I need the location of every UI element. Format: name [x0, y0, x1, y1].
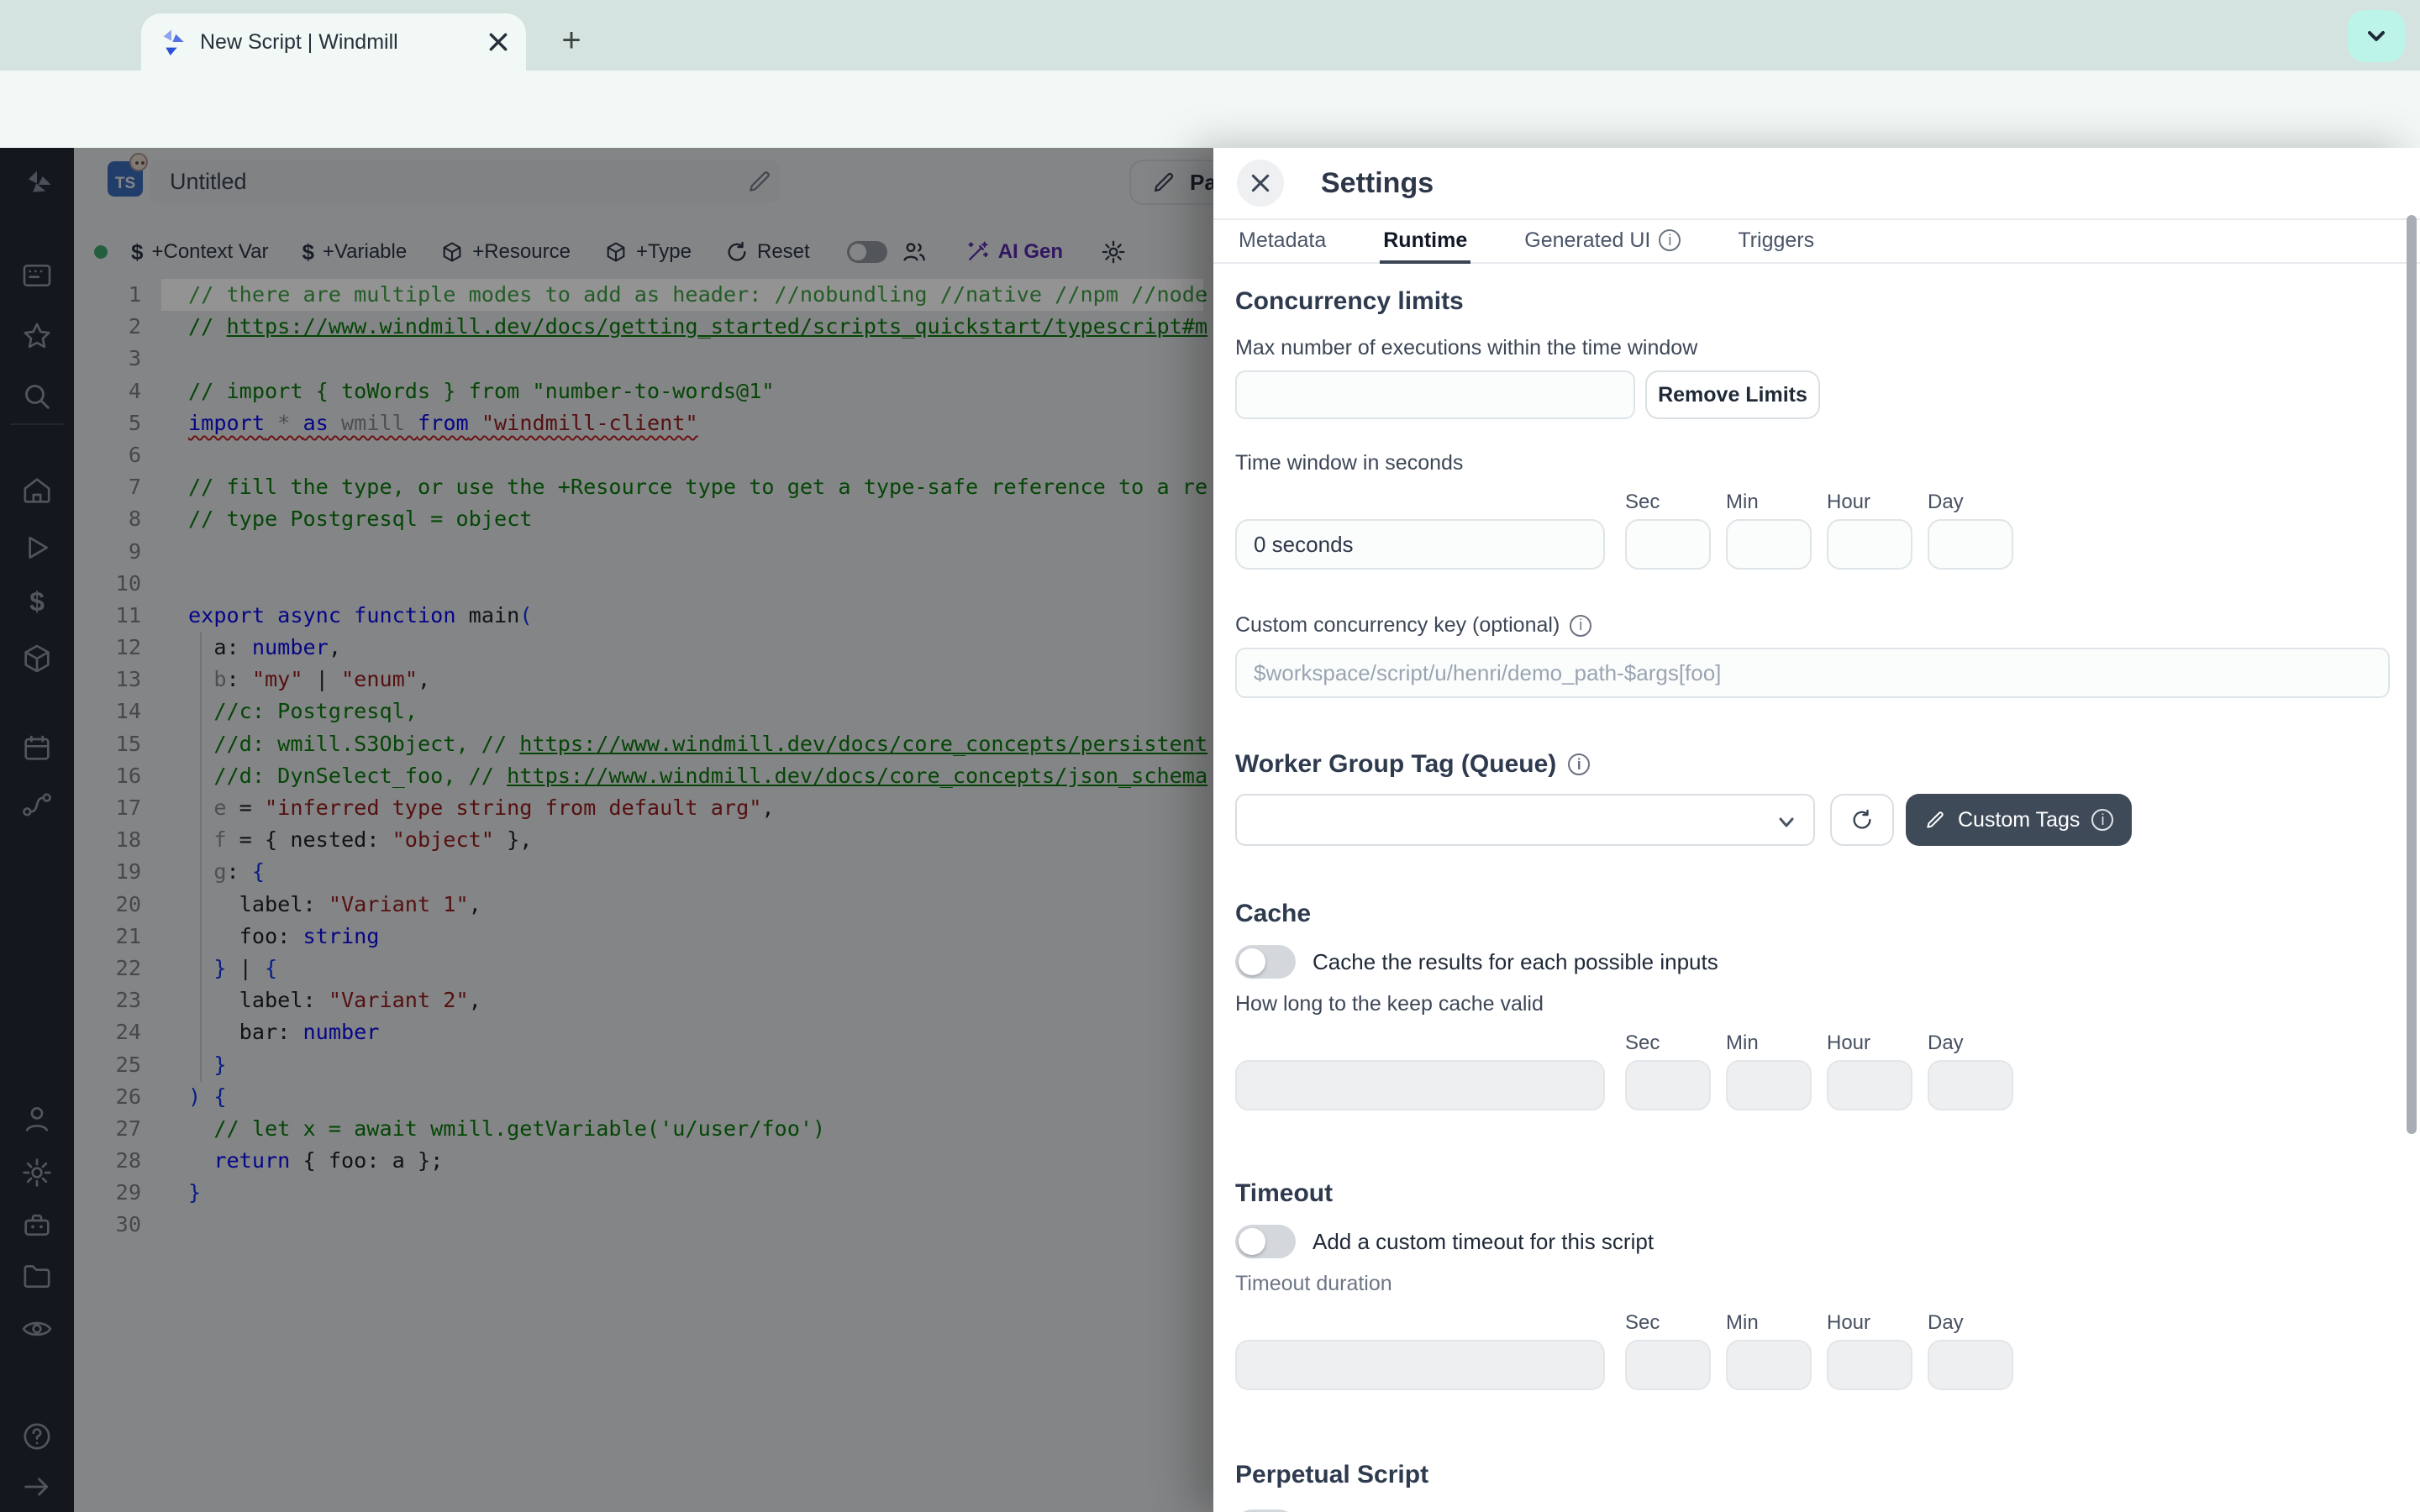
- duration-day-input: [1928, 1060, 2013, 1110]
- close-icon[interactable]: [1237, 160, 1284, 207]
- duration-unit-label: Sec: [1625, 491, 1711, 514]
- perpetual-heading: Perpetual Script: [1235, 1461, 2388, 1489]
- pencil-icon: [1924, 809, 1946, 831]
- duration-unit-label: Min: [1726, 1032, 1812, 1055]
- duration-min-input[interactable]: [1726, 519, 1812, 570]
- duration-sec-input[interactable]: [1625, 519, 1711, 570]
- duration-unit-label: Hour: [1827, 1311, 1912, 1335]
- duration-unit-label: Hour: [1827, 491, 1912, 514]
- tab-generated-ui[interactable]: Generated UIi: [1521, 220, 1684, 264]
- time-window-units: Sec Min Hour Day: [1625, 491, 2013, 570]
- settings-drawer: Settings Metadata Runtime Generated UIi …: [1213, 148, 2420, 1512]
- custom-tags-label: Custom Tags: [1958, 808, 2080, 832]
- windmill-favicon-icon: [158, 29, 185, 55]
- new-tab-button[interactable]: +: [550, 20, 593, 64]
- tab-runtime[interactable]: Runtime: [1380, 220, 1470, 264]
- duration-sec-input: [1625, 1060, 1711, 1110]
- duration-min-input: [1726, 1060, 1812, 1110]
- chevron-down-icon: [1776, 812, 1797, 832]
- custom-key-input[interactable]: $workspace/script/u/henri/demo_path-$arg…: [1235, 648, 2390, 698]
- duration-min-input: [1726, 1340, 1812, 1390]
- duration-unit-label: Day: [1928, 1032, 2013, 1055]
- duration-hour-input: [1827, 1060, 1912, 1110]
- time-window-input[interactable]: 0 seconds: [1235, 519, 1605, 570]
- cache-toggle[interactable]: [1235, 945, 1296, 979]
- timeout-heading: Timeout: [1235, 1179, 2388, 1208]
- timeout-toggle-label: Add a custom timeout for this script: [1313, 1229, 1654, 1255]
- worker-group-heading: Worker Group Tag (Queue): [1235, 750, 1556, 779]
- timeout-duration-input[interactable]: [1235, 1340, 1605, 1390]
- info-icon[interactable]: i: [1570, 615, 1591, 637]
- duration-unit-label: Hour: [1827, 1032, 1912, 1055]
- duration-unit-label: Day: [1928, 1311, 2013, 1335]
- timeout-toggle[interactable]: [1235, 1225, 1296, 1258]
- drawer-backdrop[interactable]: [0, 148, 1213, 1512]
- runtime-settings-panel: Concurrency limits Max number of executi…: [1213, 264, 2420, 1512]
- info-icon: i: [2091, 809, 2113, 831]
- worker-group-select[interactable]: [1235, 794, 1815, 846]
- browser-toolbar: app.windmill.dev/scripts/add#JTdCJTIyaGF…: [0, 71, 2420, 148]
- browser-tab[interactable]: New Script | Windmill: [141, 13, 526, 71]
- tab-title: New Script | Windmill: [200, 30, 487, 55]
- duration-sec-input: [1625, 1340, 1711, 1390]
- custom-tags-button[interactable]: Custom Tags i: [1906, 794, 2132, 846]
- timeout-duration-units: Sec Min Hour Day: [1625, 1311, 2013, 1390]
- drawer-title: Settings: [1321, 167, 1434, 200]
- max-executions-label: Max number of executions within the time…: [1235, 336, 2388, 360]
- tab-triggers[interactable]: Triggers: [1734, 220, 1818, 264]
- active-line-highlight: [161, 279, 1203, 311]
- drawer-header: Settings: [1213, 148, 2420, 220]
- info-icon[interactable]: i: [1568, 753, 1590, 775]
- timeout-duration-label: Timeout duration: [1235, 1272, 2388, 1296]
- duration-unit-label: Day: [1928, 491, 2013, 514]
- drawer-tabs: Metadata Runtime Generated UIi Triggers: [1213, 220, 2420, 264]
- window-chevron-button[interactable]: [2348, 10, 2405, 62]
- drawer-scrollbar[interactable]: [2407, 215, 2417, 1134]
- tab-metadata[interactable]: Metadata: [1235, 220, 1329, 264]
- max-executions-input[interactable]: [1235, 370, 1635, 419]
- tab-strip: New Script | Windmill +: [0, 0, 2420, 71]
- duration-day-input[interactable]: [1928, 519, 2013, 570]
- remove-limits-button[interactable]: Remove Limits: [1645, 370, 1820, 419]
- duration-unit-label: Min: [1726, 491, 1812, 514]
- cache-duration-label: How long to the keep cache valid: [1235, 992, 2388, 1016]
- refresh-button[interactable]: [1830, 794, 1894, 846]
- cache-toggle-label: Cache the results for each possible inpu…: [1313, 949, 1718, 975]
- concurrency-heading: Concurrency limits: [1235, 287, 2388, 316]
- browser-window: New Script | Windmill +: [0, 0, 2420, 1512]
- cache-duration-input[interactable]: [1235, 1060, 1605, 1110]
- cache-heading: Cache: [1235, 900, 2388, 928]
- duration-hour-input[interactable]: [1827, 519, 1912, 570]
- cache-duration-units: Sec Min Hour Day: [1625, 1032, 2013, 1110]
- custom-key-label: Custom concurrency key (optional): [1235, 613, 1560, 638]
- tab-close-icon[interactable]: [487, 31, 509, 53]
- duration-unit-label: Sec: [1625, 1311, 1711, 1335]
- duration-day-input: [1928, 1340, 2013, 1390]
- duration-unit-label: Sec: [1625, 1032, 1711, 1055]
- info-icon: i: [1659, 229, 1681, 251]
- duration-unit-label: Min: [1726, 1311, 1812, 1335]
- duration-hour-input: [1827, 1340, 1912, 1390]
- time-window-label: Time window in seconds: [1235, 451, 2388, 475]
